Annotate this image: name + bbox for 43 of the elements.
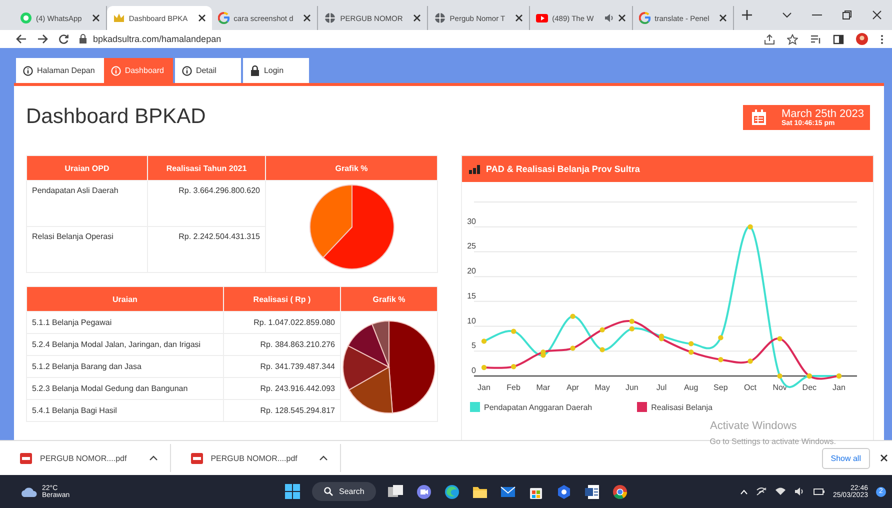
- table-cell: Pendapatan Asli Daerah: [26, 180, 148, 226]
- x-tick-label: Nov: [772, 383, 787, 392]
- x-tick-label: Jan: [832, 383, 846, 392]
- y-tick-label: 10: [467, 316, 476, 326]
- column-header: Grafik %: [340, 286, 438, 312]
- x-tick-label: May: [594, 383, 610, 392]
- activation-notice-title: Activate Windows: [710, 420, 797, 432]
- column-header: Grafik %: [266, 156, 438, 180]
- x-tick-label: Sep: [714, 383, 728, 392]
- legend-label: Realisasi Belanja: [651, 402, 712, 412]
- y-tick-label: 20: [467, 266, 476, 276]
- column-header: Realisasi Tahun 2021: [148, 156, 266, 180]
- table-cell: Relasi Belanja Operasi: [26, 226, 148, 272]
- activation-notice-text: Go to Settings to activate Windows.: [710, 436, 836, 446]
- x-tick-label: Jun: [625, 383, 638, 392]
- table-cell: 5.2.4 Belanja Modal Jalan, Jaringan, dan Irigasi: [26, 334, 224, 356]
- x-tick-label: Aug: [684, 383, 698, 392]
- y-tick-label: 25: [467, 242, 476, 251]
- table-cell: 5.2.3 Belanja Modal Gedung dan Bangunan: [26, 378, 224, 400]
- table-cell: Rp. 3.664.296.800.620: [148, 180, 266, 226]
- date-text: March 25th 2023: [781, 108, 864, 120]
- x-tick-label: Apr: [566, 383, 579, 392]
- legend-label: Pendapatan Anggaran Daerah: [484, 402, 592, 412]
- table-cell: 5.1.2 Belanja Barang dan Jasa: [26, 356, 224, 378]
- url-text: bpkadsultra.com/hamalandepan: [93, 34, 222, 44]
- y-tick-label: 30: [467, 216, 476, 226]
- table-cell: 5.4.1 Belanja Bagi Hasil: [26, 400, 224, 422]
- x-tick-label: Jan: [478, 383, 490, 392]
- y-tick-label: 15: [467, 291, 476, 300]
- x-tick-label: Feb: [506, 383, 520, 392]
- table-cell: Rp. 1.047.022.859.080: [223, 312, 340, 334]
- column-header: Realisasi ( Rp ): [223, 286, 340, 312]
- column-header: Uraian: [26, 286, 224, 312]
- column-header: Uraian OPD: [26, 156, 148, 180]
- y-tick-label: 0: [472, 366, 476, 375]
- table-cell: 5.1.1 Belanja Pegawai: [26, 312, 224, 334]
- y-tick-label: 5: [472, 341, 476, 350]
- chart-title: PAD & Realisasi Belanja Prov Sultra: [486, 164, 640, 174]
- page-title: Dashboard BPKAD: [26, 105, 206, 129]
- x-tick-label: Dec: [802, 383, 817, 392]
- x-tick-label: Jul: [656, 383, 667, 392]
- x-tick-label: Oct: [744, 383, 756, 392]
- x-tick-label: Mar: [536, 383, 550, 392]
